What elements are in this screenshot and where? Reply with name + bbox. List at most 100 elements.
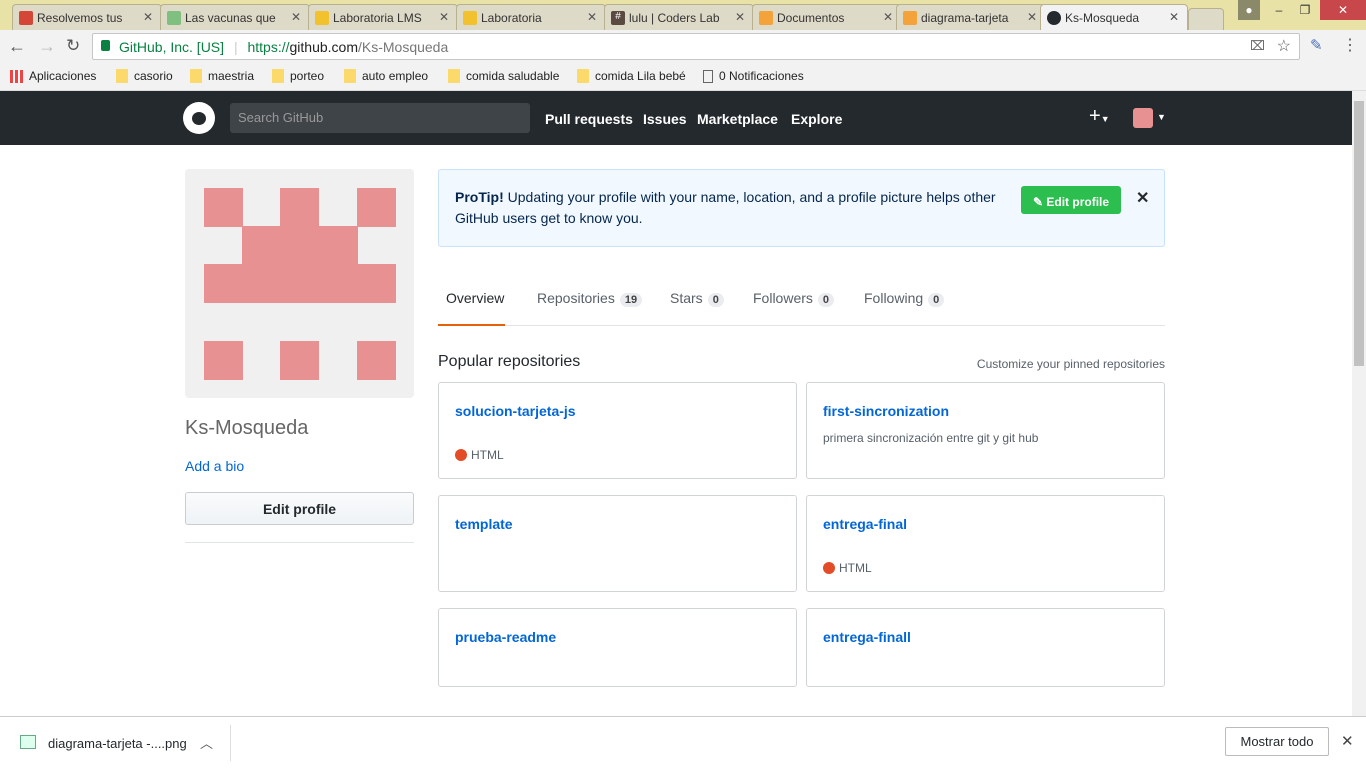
gmail-icon (19, 11, 33, 25)
nav-marketplace[interactable]: Marketplace (697, 111, 778, 127)
address-bar[interactable]: GitHub, Inc. [US] | https://github.com/K… (92, 33, 1300, 60)
close-icon[interactable]: ✕ (1136, 188, 1149, 209)
profile-avatar[interactable] (185, 169, 414, 398)
tab-count: 0 (928, 293, 945, 307)
browser-tab[interactable]: Laboratoria LMS ✕ (308, 4, 458, 30)
bookmark-folder[interactable]: maestria (190, 69, 254, 83)
divider (230, 725, 231, 761)
window-titlebar: Resolvemos tus ✕ Las vacunas que ✕ Laborat… (0, 0, 1366, 30)
nav-issues[interactable]: Issues (643, 111, 687, 127)
scrollbar[interactable] (1352, 91, 1366, 716)
new-tab-button[interactable] (1188, 8, 1224, 30)
language-color-dot (455, 449, 467, 461)
close-icon[interactable]: ✕ (1027, 10, 1037, 24)
browser-tab-active[interactable]: Ks-Mosqueda ✕ (1040, 4, 1188, 30)
menu-icon[interactable]: ⋮ (1342, 35, 1358, 55)
tab-following[interactable]: Following 0 (864, 290, 945, 307)
edit-profile-button[interactable]: Edit profile (185, 492, 414, 525)
show-all-button[interactable]: Mostrar todo (1225, 727, 1329, 756)
download-filename[interactable]: diagrama-tarjeta -....png (48, 736, 187, 751)
chevron-up-icon[interactable]: ︿ (200, 733, 213, 752)
browser-tab[interactable]: Documentos ✕ (752, 4, 902, 30)
browser-tab[interactable]: diagrama-tarjeta ✕ (896, 4, 1046, 30)
eyedropper-icon[interactable]: ✎ (1310, 36, 1323, 54)
security-label: GitHub, Inc. [US] (119, 39, 225, 55)
browser-tab[interactable]: Resolvemos tus ✕ (12, 4, 162, 30)
tab-overview[interactable]: Overview (438, 290, 505, 326)
close-icon[interactable]: ✕ (1169, 10, 1179, 24)
tab-title: diagrama-tarjeta (921, 11, 1009, 25)
nav-explore[interactable]: Explore (791, 111, 842, 127)
tab-title: Las vacunas que (185, 11, 276, 25)
tab-count: 0 (817, 293, 835, 307)
repo-card[interactable]: prueba-readme (438, 608, 797, 687)
repo-name[interactable]: entrega-final (823, 516, 1148, 532)
reload-icon[interactable]: ↻ (66, 36, 80, 56)
bookmark-label: comida Lila bebé (595, 69, 686, 83)
repo-card[interactable]: entrega-final HTML (806, 495, 1165, 592)
browser-tab[interactable]: # lulu | Coders Lab ✕ (604, 4, 754, 30)
repo-name[interactable]: template (455, 516, 780, 532)
tab-stars[interactable]: Stars 0 (670, 290, 724, 307)
github-icon (1047, 11, 1061, 25)
forward-icon[interactable]: → (38, 36, 56, 57)
github-logo-icon[interactable] (183, 102, 215, 134)
protip-text: Updating your profile with your name, lo… (455, 189, 996, 226)
customize-pinned-link[interactable]: Customize your pinned repositories (977, 357, 1165, 371)
repo-card[interactable]: entrega-finall (806, 608, 1165, 687)
tab-title: Resolvemos tus (37, 11, 123, 25)
bookmark-folder[interactable]: comida saludable (448, 69, 559, 83)
bookmark-label: casorio (134, 69, 173, 83)
chevron-down-icon[interactable]: ▼ (1157, 112, 1166, 122)
browser-tab[interactable]: Las vacunas que ✕ (160, 4, 310, 30)
repo-card[interactable]: template (438, 495, 797, 592)
folder-icon (116, 69, 128, 83)
bookmark-folder[interactable]: casorio (116, 69, 173, 83)
tab-title: lulu | Coders Lab (629, 11, 720, 25)
repo-name[interactable]: first-sincronization (823, 403, 1148, 419)
add-bio-link[interactable]: Add a bio (185, 458, 244, 474)
bookmark-folder[interactable]: comida Lila bebé (577, 69, 686, 83)
back-icon[interactable]: ← (8, 36, 26, 57)
browser-tab[interactable]: Laboratoria ✕ (456, 4, 606, 30)
scrollbar-thumb[interactable] (1354, 101, 1364, 366)
repo-card[interactable]: first-sincronization primera sincronizaci… (806, 382, 1165, 479)
nav-pull-requests[interactable]: Pull requests (545, 111, 633, 127)
minimize-button[interactable]: ‒ (1266, 0, 1292, 20)
divider (185, 542, 414, 543)
close-icon[interactable]: ✕ (735, 10, 745, 24)
translate-icon[interactable]: ⌧ (1250, 38, 1265, 54)
star-icon[interactable]: ☆ (1277, 36, 1291, 56)
tab-title: Ks-Mosqueda (1065, 11, 1140, 25)
close-icon[interactable]: ✕ (439, 10, 449, 24)
close-icon[interactable]: ✕ (143, 10, 153, 24)
restore-button[interactable]: ❐ (1292, 0, 1318, 20)
bookmark-apps[interactable]: Aplicaciones (10, 69, 96, 83)
tab-repositories[interactable]: Repositories 19 (537, 290, 643, 307)
site-icon (315, 11, 329, 25)
folder-icon (448, 69, 460, 83)
profile-icon[interactable]: ● (1238, 0, 1260, 20)
tab-title: Laboratoria (481, 11, 542, 25)
repo-card[interactable]: solucion-tarjeta-js HTML (438, 382, 797, 479)
user-avatar-icon[interactable] (1133, 108, 1153, 128)
close-icon[interactable]: ✕ (883, 10, 893, 24)
plus-dropdown-icon[interactable]: +▼ (1089, 105, 1110, 128)
bookmark-page[interactable]: 0 Notificaciones (703, 69, 804, 83)
protip-edit-profile-button[interactable]: ✎ Edit profile (1021, 186, 1121, 214)
tab-followers[interactable]: Followers 0 (753, 290, 835, 307)
repo-name[interactable]: solucion-tarjeta-js (455, 403, 780, 419)
close-window-button[interactable]: ✕ (1320, 0, 1366, 20)
apps-grid-icon (10, 69, 23, 83)
protip-banner: ProTip! Updating your profile with your … (438, 169, 1165, 247)
close-icon[interactable]: ✕ (587, 10, 597, 24)
folder-icon (272, 69, 284, 83)
search-input[interactable]: Search GitHub (230, 103, 530, 133)
tab-label: Stars (670, 290, 703, 306)
close-icon[interactable]: ✕ (1341, 732, 1354, 750)
bookmark-folder[interactable]: porteo (272, 69, 324, 83)
repo-name[interactable]: prueba-readme (455, 629, 780, 645)
bookmark-folder[interactable]: auto empleo (344, 69, 428, 83)
close-icon[interactable]: ✕ (291, 10, 301, 24)
repo-name[interactable]: entrega-finall (823, 629, 1148, 645)
